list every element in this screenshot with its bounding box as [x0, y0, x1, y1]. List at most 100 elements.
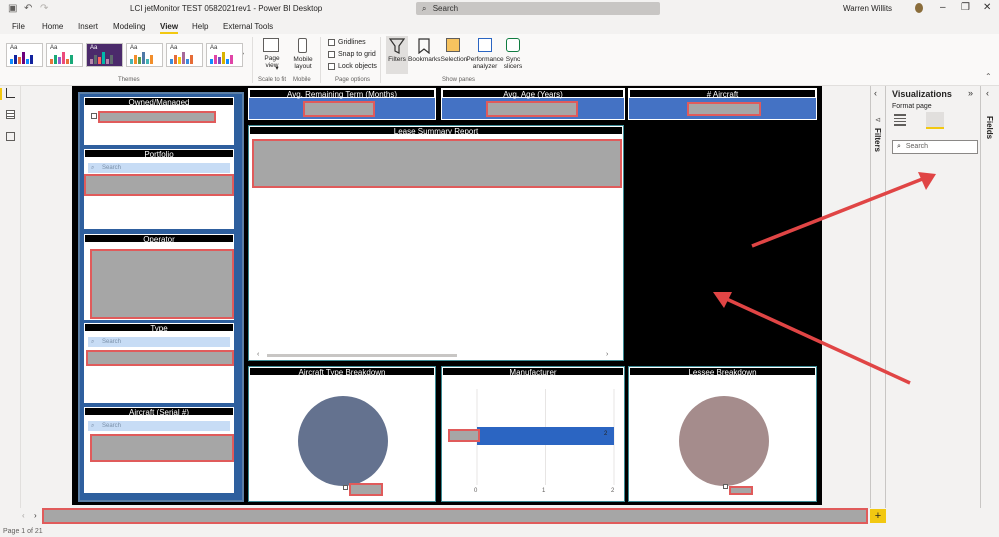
kpi-avg-remaining-term[interactable]: Avg. Remaining Term (Months) [248, 88, 436, 120]
performance-analyzer-label[interactable]: Performance analyzer [466, 56, 504, 70]
theme-swatch[interactable]: Aa [86, 43, 123, 67]
next-page-icon[interactable]: › [34, 511, 37, 520]
slicer-operator[interactable]: Operator [84, 234, 234, 320]
theme-swatch[interactable]: Aa [206, 43, 243, 67]
lock-objects-label[interactable]: Lock objects [338, 63, 377, 70]
redacted-value [349, 483, 383, 496]
slicer-aircraft-serial[interactable]: Aircraft (Serial #) ⌕ Search [84, 407, 234, 493]
page-view-icon[interactable] [263, 38, 279, 52]
menu-external-tools[interactable]: External Tools [223, 22, 273, 31]
global-search-input[interactable]: ⌕ Search [416, 2, 660, 15]
report-view-icon[interactable] [6, 88, 15, 98]
collapse-ribbon-icon[interactable]: ⌃ [985, 72, 992, 81]
user-avatar[interactable] [915, 3, 923, 13]
expand-fields-icon[interactable]: ‹ [986, 88, 989, 98]
prev-page-icon[interactable]: ‹ [22, 511, 25, 520]
fields-tab-icon[interactable] [894, 114, 906, 126]
filter-icon [389, 38, 405, 54]
pie-slice[interactable] [679, 396, 769, 486]
filters-pane-title[interactable]: Filters [873, 128, 882, 152]
selection-label[interactable]: Selection [440, 56, 468, 63]
slicer-portfolio-search[interactable]: ⌕ Search [88, 163, 230, 173]
bookmark-icon[interactable] [418, 38, 430, 54]
fields-pane[interactable] [980, 86, 999, 508]
aircraft-type-chart[interactable]: Aircraft Type Breakdown [248, 366, 436, 502]
bookmarks-label[interactable]: Bookmarks [408, 56, 441, 63]
theme-swatch[interactable]: Aa [126, 43, 163, 67]
theme-swatch[interactable]: Aa [6, 43, 43, 67]
slicer-portfolio-title: Portfolio [84, 149, 234, 159]
snap-to-grid-checkbox[interactable] [328, 51, 335, 58]
page-options-label: Page options [335, 77, 371, 83]
add-page-button[interactable]: + [870, 509, 886, 523]
minimize-icon[interactable]: – [940, 2, 946, 13]
close-icon[interactable]: ✕ [983, 2, 991, 13]
gridlines-label[interactable]: Gridlines [338, 39, 366, 46]
sync-slicers-icon[interactable] [506, 38, 520, 52]
mobile-group-label: Mobile [293, 77, 311, 83]
menu-modeling[interactable]: Modeling [113, 22, 145, 31]
view-switcher [0, 86, 21, 508]
menu-help[interactable]: Help [192, 22, 208, 31]
menu-view[interactable]: View [160, 22, 179, 34]
kpi-avg-age[interactable]: Avg. Age (Years) [441, 88, 625, 120]
redo-icon[interactable]: ↷ [40, 3, 48, 14]
viz-search-placeholder: Search [905, 143, 929, 150]
horizontal-scrollbar[interactable] [267, 354, 457, 357]
slicer-checkbox[interactable] [91, 113, 97, 119]
pie-slice[interactable] [298, 396, 388, 486]
lease-summary-title: Lease Summary Report [249, 126, 623, 136]
redacted-page-tabs[interactable] [42, 508, 868, 524]
snap-to-grid-label[interactable]: Snap to grid [338, 51, 376, 58]
menu-insert[interactable]: Insert [78, 22, 98, 31]
gridlines-checkbox[interactable] [328, 39, 335, 46]
slicer-aircraft-serial-search[interactable]: ⌕ Search [88, 421, 230, 431]
scroll-right-icon[interactable]: › [606, 351, 608, 358]
user-name[interactable]: Warren Willits [843, 4, 892, 13]
selection-icon[interactable] [446, 38, 460, 52]
format-tab-icon[interactable] [926, 112, 944, 129]
lock-objects-checkbox[interactable] [328, 63, 335, 70]
restore-icon[interactable]: ❐ [961, 2, 970, 13]
kpi-aircraft-count[interactable]: # Aircraft [628, 88, 817, 120]
theme-swatch[interactable]: Aa [166, 43, 203, 67]
slicer-type-title: Type [84, 323, 234, 333]
mobile-layout-icon[interactable] [298, 38, 307, 53]
slicer-owned-managed[interactable]: Owned/Managed [84, 97, 234, 145]
menu-home[interactable]: Home [42, 22, 63, 31]
expand-filters-icon[interactable]: ‹ [874, 88, 877, 98]
save-icon[interactable]: ▣ [8, 3, 17, 14]
undo-icon[interactable]: ↶ [24, 3, 32, 14]
redacted-value [98, 111, 216, 123]
x-tick-0: 0 [474, 488, 478, 494]
scroll-left-icon[interactable]: ‹ [257, 351, 259, 358]
theme-swatch[interactable]: Aa [46, 43, 83, 67]
slicer-operator-title: Operator [84, 234, 234, 244]
manufacturer-title: Manufacturer [442, 367, 624, 377]
manufacturer-bar-data-label: 2 [604, 431, 608, 437]
model-view-icon[interactable] [6, 132, 15, 141]
mobile-layout-label[interactable]: Mobile layout [291, 56, 315, 70]
show-panes-label: Show panes [442, 77, 476, 83]
redacted-value [252, 139, 622, 188]
x-tick-2: 2 [611, 488, 615, 494]
manufacturer-chart[interactable]: Manufacturer 2 0 1 2 [441, 366, 625, 502]
slicer-type-search[interactable]: ⌕ Search [88, 337, 230, 347]
fields-pane-title[interactable]: Fields [985, 116, 994, 139]
page-status: Page 1 of 21 [3, 528, 43, 535]
theme-swatch-bars [170, 52, 200, 64]
lessee-chart[interactable]: Lessee Breakdown [628, 366, 817, 502]
lease-summary-table[interactable]: Lease Summary Report ‹ › [248, 125, 624, 361]
slicer-type[interactable]: Type ⌕ Search [84, 323, 234, 403]
collapse-visualizations-icon[interactable]: » [968, 88, 973, 98]
viz-search-input[interactable]: ⌕ Search [892, 140, 978, 154]
data-view-icon[interactable] [6, 110, 15, 119]
redacted-value [90, 434, 234, 462]
search-placeholder: Search [102, 165, 122, 171]
slicer-portfolio[interactable]: Portfolio ⌕ Search [84, 149, 234, 229]
sync-slicers-label[interactable]: Sync slicers [502, 56, 524, 70]
manufacturer-bar[interactable] [477, 427, 614, 445]
menu-file[interactable]: File [12, 22, 25, 31]
performance-analyzer-icon[interactable] [478, 38, 492, 52]
page-view-dropdown-icon[interactable]: ▾ [273, 64, 281, 72]
